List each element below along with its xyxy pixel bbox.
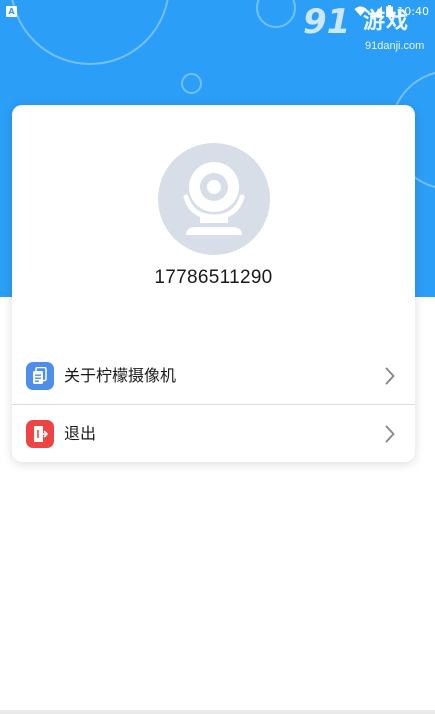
notification-icon: A bbox=[6, 5, 17, 17]
bottom-edge bbox=[0, 710, 435, 714]
exit-door-icon bbox=[26, 420, 54, 448]
chevron-right-icon bbox=[385, 425, 395, 443]
watermark-domain: 91danji.com bbox=[365, 40, 425, 52]
camera-avatar-icon[interactable] bbox=[158, 143, 270, 255]
menu-item-logout[interactable]: 退出 bbox=[12, 406, 415, 462]
decorative-circle bbox=[181, 73, 202, 94]
document-icon bbox=[26, 362, 54, 390]
watermark-brand: 游戏 bbox=[363, 9, 410, 34]
menu-item-label: 退出 bbox=[64, 424, 97, 443]
chevron-right-icon bbox=[385, 367, 395, 385]
profile-card: 17786511290 关于柠檬摄像机 退出 bbox=[12, 105, 415, 462]
watermark-logo: 91 bbox=[303, 2, 351, 42]
menu-divider bbox=[12, 404, 415, 405]
user-phone-number: 17786511290 bbox=[154, 267, 273, 288]
menu-item-label: 关于柠檬摄像机 bbox=[64, 366, 177, 385]
watermark: 91 游戏 91danji.com bbox=[303, 2, 431, 60]
menu-item-about[interactable]: 关于柠檬摄像机 bbox=[12, 348, 415, 404]
